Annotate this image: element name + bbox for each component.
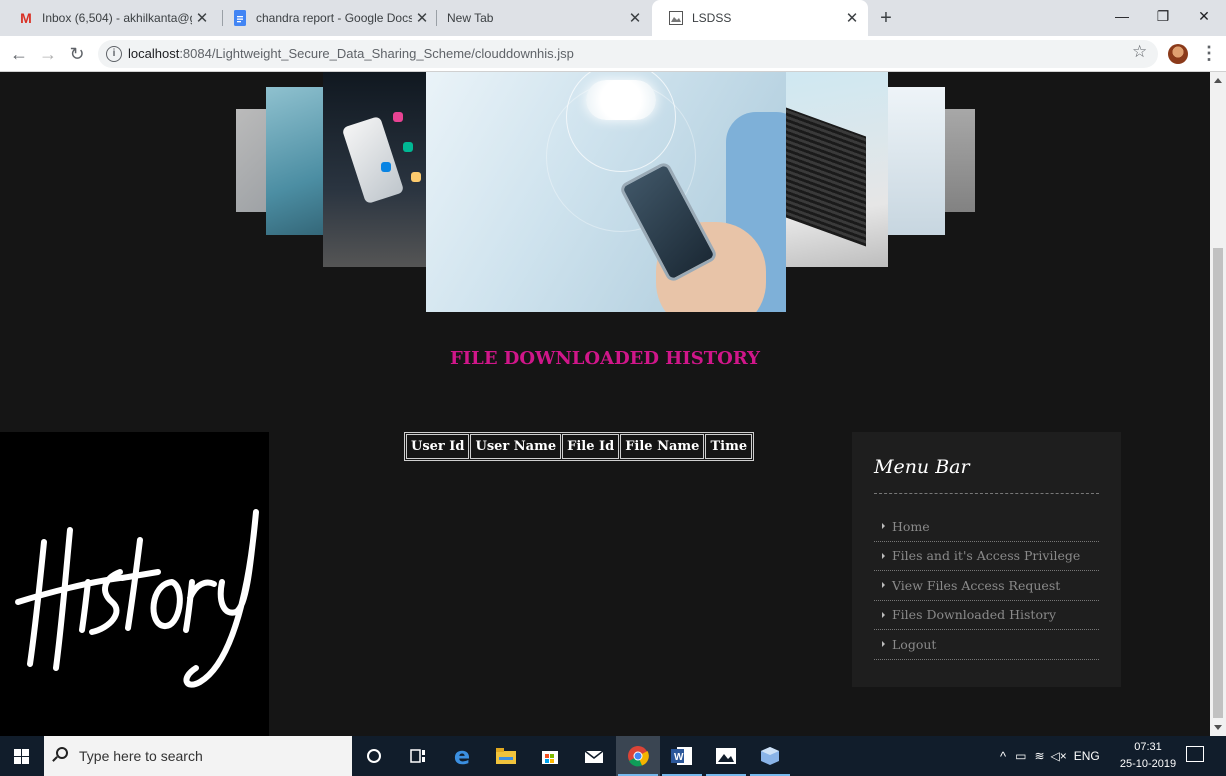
bullet-icon [882, 582, 885, 589]
notification-icon[interactable] [1186, 746, 1204, 762]
slider-image [323, 72, 427, 267]
minimize-button[interactable]: — [1102, 4, 1142, 28]
file-explorer-icon[interactable] [484, 736, 528, 776]
gmail-icon: M [20, 10, 32, 26]
close-tab-icon[interactable]: ✕ [192, 9, 212, 27]
scroll-down-arrow-icon[interactable] [1214, 725, 1222, 730]
profile-avatar[interactable] [1168, 44, 1188, 64]
url-path: :8084/Lightweight_Secure_Data_Sharing_Sc… [179, 46, 574, 61]
close-tab-icon[interactable]: ✕ [842, 9, 862, 27]
bullet-icon [882, 523, 885, 530]
chrome-icon[interactable] [616, 736, 660, 776]
close-window-button[interactable]: ✕ [1184, 4, 1224, 28]
close-tab-icon[interactable]: ✕ [625, 9, 645, 27]
photos-icon[interactable] [704, 736, 748, 776]
download-history-table: User Id User Name File Id File Name Time [404, 432, 755, 461]
bullet-icon [882, 641, 885, 648]
tab-strip: M Inbox (6,504) - akhilkanta@gmai ✕ chan… [0, 0, 1226, 36]
cortana-icon[interactable] [352, 736, 396, 776]
menu-title: Menu Bar [874, 456, 970, 478]
volume-muted-icon[interactable]: ◁× [1051, 749, 1067, 763]
tab-google-docs[interactable]: chandra report - Google Docs ✕ [216, 0, 438, 36]
reload-icon[interactable]: ↻ [65, 42, 89, 66]
back-arrow-icon[interactable]: ← [7, 42, 31, 66]
history-image [0, 432, 269, 736]
wifi-icon[interactable]: ≋ [1034, 749, 1044, 763]
column-header-user-name: User Name [470, 434, 562, 459]
page-title: FILE DOWNLOADED HISTORY [449, 348, 761, 369]
tab-title: chandra report - Google Docs [256, 11, 412, 25]
slider-image [888, 87, 945, 235]
virtualbox-icon[interactable] [748, 736, 792, 776]
tab-gmail[interactable]: M Inbox (6,504) - akhilkanta@gmai ✕ [2, 0, 218, 36]
mail-icon[interactable] [572, 736, 616, 776]
bookmark-star-icon[interactable]: ☆ [1132, 42, 1147, 62]
tab-title: LSDSS [692, 11, 732, 25]
url-text: localhost:8084/Lightweight_Secure_Data_S… [128, 46, 574, 61]
scrollbar-thumb[interactable] [1213, 248, 1223, 718]
menu-item-label: Files and it's Access Privilege [892, 548, 1081, 564]
table-header-row: User Id User Name File Id File Name Time [406, 434, 753, 459]
bullet-icon [882, 552, 885, 559]
scroll-up-arrow-icon[interactable] [1214, 78, 1222, 83]
column-header-time: Time [705, 434, 753, 459]
menu-item-home[interactable]: Home [874, 512, 1099, 542]
menu-item-label: View Files Access Request [892, 577, 1061, 593]
close-tab-icon[interactable]: ✕ [412, 9, 432, 27]
forward-arrow-icon[interactable]: → [36, 42, 60, 66]
menu-item-label: Files Downloaded History [892, 607, 1057, 623]
restore-button[interactable]: ❐ [1143, 4, 1183, 28]
vertical-scrollbar[interactable] [1210, 72, 1226, 736]
tab-title: New Tab [447, 11, 494, 25]
search-icon [56, 747, 68, 759]
language-indicator[interactable]: ENG [1074, 749, 1100, 763]
column-header-file-name: File Name [620, 434, 705, 459]
store-icon[interactable] [528, 736, 572, 776]
menu-item-files-downloaded-history[interactable]: Files Downloaded History [874, 601, 1099, 630]
slider-main-image [426, 72, 786, 312]
menu-kebab-icon[interactable]: ⋮ [1200, 44, 1218, 64]
tab-new-tab[interactable]: New Tab ✕ [431, 0, 651, 36]
tab-title: Inbox (6,504) - akhilkanta@gmai [42, 11, 192, 25]
docs-icon [232, 10, 248, 26]
tab-lsdss[interactable]: LSDSS ✕ [652, 0, 868, 36]
menu-list: Home Files and it's Access Privilege Vie… [874, 512, 1099, 660]
windows-start-icon[interactable] [0, 736, 42, 776]
menu-divider [874, 493, 1099, 494]
menu-item-label: Logout [892, 636, 937, 652]
clock-time: 07:31 [1134, 741, 1162, 753]
slider-image [786, 72, 888, 267]
toolbar: ← → ↻ i localhost:8084/Lightweight_Secur… [0, 36, 1226, 72]
new-tab-button[interactable]: + [874, 6, 898, 30]
menu-item-label: Home [892, 518, 930, 534]
slider-image [945, 109, 975, 212]
menu-item-view-files-access-request[interactable]: View Files Access Request [874, 571, 1099, 601]
menu-bar-panel: Menu Bar Home Files and it's Access Priv… [852, 432, 1121, 687]
url-host: localhost [128, 46, 180, 61]
system-tray: ^ ▭ ≋ ◁× ENG [1000, 736, 1100, 776]
clock[interactable]: 07:31 25-10-2019 [1118, 739, 1178, 773]
menu-item-logout[interactable]: Logout [874, 630, 1099, 660]
battery-icon[interactable]: ▭ [1015, 749, 1026, 763]
taskbar-search-box[interactable]: Type here to search [44, 736, 352, 776]
svg-text:W: W [674, 752, 684, 763]
bullet-icon [882, 611, 885, 618]
chevron-up-icon[interactable]: ^ [1000, 749, 1006, 764]
page-viewport: FILE DOWNLOADED HISTORY User Id User Nam… [0, 72, 1210, 736]
menu-item-files-access-privilege[interactable]: Files and it's Access Privilege [874, 542, 1099, 571]
word-icon[interactable]: W [660, 736, 704, 776]
info-icon[interactable]: i [106, 46, 122, 62]
task-view-icon[interactable] [396, 736, 440, 776]
windows-taskbar: Type here to search e W ^ ▭ ≋ ◁× ENG 07:… [0, 736, 1226, 776]
clock-date: 25-10-2019 [1119, 758, 1177, 770]
address-bar[interactable]: i localhost:8084/Lightweight_Secure_Data… [98, 40, 1158, 68]
column-header-user-id: User Id [406, 434, 470, 459]
site-icon [668, 10, 684, 26]
search-placeholder: Type here to search [79, 748, 203, 764]
column-header-file-id: File Id [562, 434, 620, 459]
edge-browser-icon[interactable]: e [440, 736, 484, 776]
